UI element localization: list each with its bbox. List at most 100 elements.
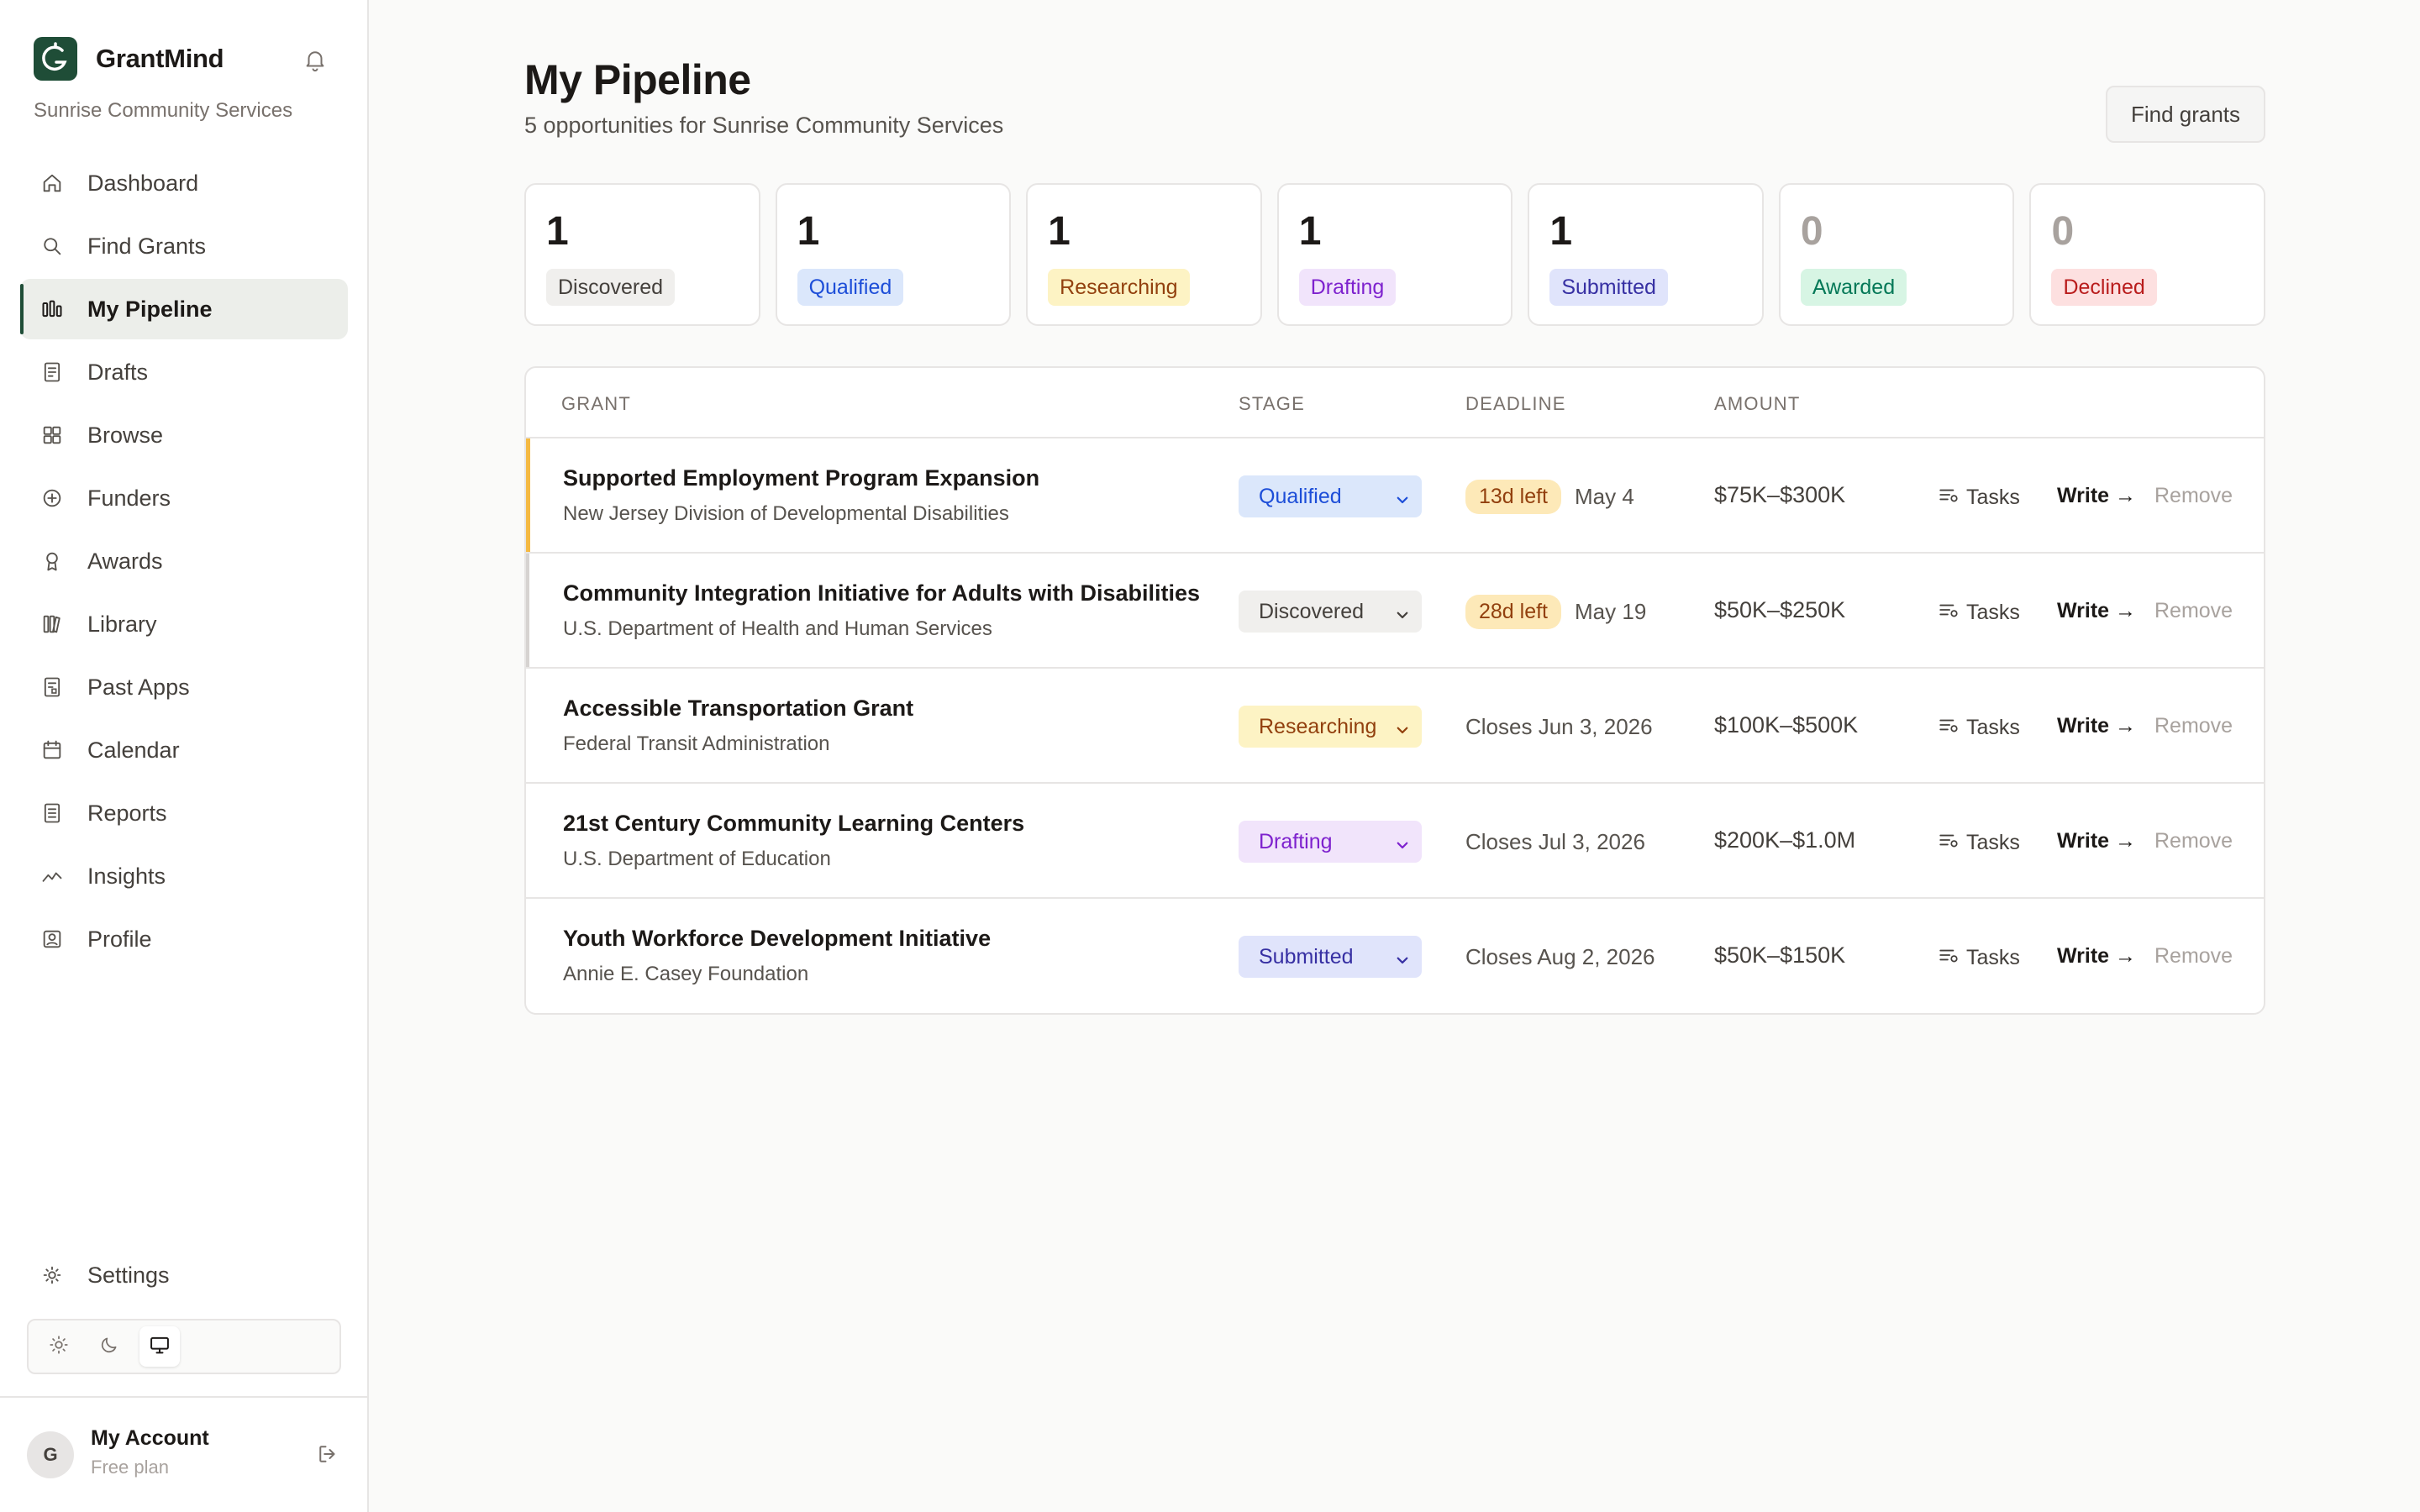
page-title: My Pipeline xyxy=(524,56,751,103)
tasks-label: Tasks xyxy=(1966,716,2020,739)
theme-light-button[interactable] xyxy=(39,1326,79,1367)
logout-icon[interactable] xyxy=(315,1441,340,1467)
tasks-button[interactable]: Tasks xyxy=(1938,829,2020,857)
sidebar-item-browse[interactable]: Browse xyxy=(20,405,348,465)
sidebar-item-dashboard[interactable]: Dashboard xyxy=(20,153,348,213)
tasks-button[interactable]: Tasks xyxy=(1938,944,2020,972)
remove-button[interactable]: Remove xyxy=(2154,714,2233,738)
sidebar-item-label: Drafts xyxy=(87,359,149,385)
grant-funder: U.S. Department of Education xyxy=(563,848,831,870)
sidebar-item-my-pipeline[interactable]: My Pipeline xyxy=(20,279,348,339)
grant-funder: Annie E. Casey Foundation xyxy=(563,963,809,985)
stat-card-drafting[interactable]: 1 Drafting xyxy=(1276,183,1513,326)
sidebar-item-funders[interactable]: Funders xyxy=(20,468,348,528)
find-grants-button[interactable]: Find grants xyxy=(2106,86,2265,143)
sidebar-item-awards[interactable]: Awards xyxy=(20,531,348,591)
column-header-deadline: DEADLINE xyxy=(1465,393,1566,414)
home-icon xyxy=(40,171,64,195)
sidebar-item-reports[interactable]: Reports xyxy=(20,783,348,843)
sidebar-item-insights[interactable]: Insights xyxy=(20,846,348,906)
stat-card-awarded[interactable]: 0 Awarded xyxy=(1778,183,2015,326)
stat-card-declined[interactable]: 0 Declined xyxy=(2029,183,2266,326)
write-button[interactable]: Write → xyxy=(2057,944,2136,969)
tasks-icon xyxy=(1938,484,1966,512)
remove-button[interactable]: Remove xyxy=(2154,829,2233,853)
table-row[interactable]: Supported Employment Program Expansion Ne… xyxy=(526,438,2264,554)
calendar-icon xyxy=(40,738,64,762)
grant-name[interactable]: Supported Employment Program Expansion xyxy=(563,465,1039,491)
sidebar-item-find-grants[interactable]: Find Grants xyxy=(20,216,348,276)
stat-label: Declined xyxy=(2051,269,2157,306)
sidebar-item-drafts[interactable]: Drafts xyxy=(20,342,348,402)
stat-card-qualified[interactable]: 1 Qualified xyxy=(775,183,1012,326)
grant-funder: Federal Transit Administration xyxy=(563,732,830,755)
search-icon xyxy=(40,234,64,258)
tasks-button[interactable]: Tasks xyxy=(1938,714,2020,742)
table-row[interactable]: Accessible Transportation Grant Federal T… xyxy=(526,669,2264,784)
grant-name[interactable]: Community Integration Initiative for Adu… xyxy=(563,580,1200,606)
grant-name[interactable]: Youth Workforce Development Initiative xyxy=(563,926,991,952)
table-row[interactable]: Youth Workforce Development Initiative An… xyxy=(526,899,2264,1013)
stat-count: 0 xyxy=(2051,209,2075,254)
sidebar-item-library[interactable]: Library xyxy=(20,594,348,654)
remove-button[interactable]: Remove xyxy=(2154,484,2233,508)
sidebar-item-past-apps[interactable]: Past Apps xyxy=(20,657,348,717)
stage-select[interactable]: Submitted xyxy=(1239,936,1422,978)
monitor-icon xyxy=(148,1333,171,1361)
library-icon xyxy=(40,612,64,636)
sidebar-item-label: Awards xyxy=(87,548,163,574)
pipeline-table: GRANT STAGE DEADLINE AMOUNT Supported Em… xyxy=(524,366,2265,1015)
stat-card-discovered[interactable]: 1 Discovered xyxy=(524,183,760,326)
stage-value: Researching xyxy=(1259,714,1377,738)
brand-name: GrantMind xyxy=(96,44,224,73)
stat-label: Qualified xyxy=(797,269,904,306)
stat-count: 1 xyxy=(1048,209,1071,254)
write-button[interactable]: Write → xyxy=(2057,599,2136,623)
tasks-button[interactable]: Tasks xyxy=(1938,484,2020,512)
stat-label: Discovered xyxy=(546,269,676,306)
sidebar-item-label: Settings xyxy=(87,1262,170,1288)
grant-name[interactable]: 21st Century Community Learning Centers xyxy=(563,811,1024,837)
deadline-date: Closes Aug 2, 2026 xyxy=(1465,943,1655,969)
column-header-grant: GRANT xyxy=(561,393,631,414)
stat-card-submitted[interactable]: 1 Submitted xyxy=(1528,183,1764,326)
grant-name[interactable]: Accessible Transportation Grant xyxy=(563,696,913,722)
avatar[interactable]: G xyxy=(27,1431,74,1478)
stage-select[interactable]: Drafting xyxy=(1239,821,1422,863)
theme-dark-button[interactable] xyxy=(89,1326,129,1367)
stage-select[interactable]: Discovered xyxy=(1239,591,1422,633)
theme-system-button[interactable] xyxy=(139,1326,180,1367)
stat-label: Awarded xyxy=(1800,269,1907,306)
tasks-label: Tasks xyxy=(1966,486,2020,509)
stat-card-researching[interactable]: 1 Researching xyxy=(1026,183,1262,326)
days-left-badge: 13d left xyxy=(1465,479,1562,514)
bell-icon[interactable] xyxy=(302,47,328,72)
account-name[interactable]: My Account xyxy=(91,1426,209,1451)
sidebar-item-profile[interactable]: Profile xyxy=(20,909,348,969)
tasks-label: Tasks xyxy=(1966,601,2020,624)
write-button[interactable]: Write → xyxy=(2057,714,2136,738)
amount-range: $50K–$250K xyxy=(1714,597,1846,622)
stage-select[interactable]: Researching xyxy=(1239,706,1422,748)
tasks-icon xyxy=(1938,599,1966,627)
remove-button[interactable]: Remove xyxy=(2154,599,2233,623)
remove-button[interactable]: Remove xyxy=(2154,944,2233,969)
sidebar-item-settings[interactable]: Settings xyxy=(20,1245,348,1305)
write-button[interactable]: Write → xyxy=(2057,829,2136,853)
stat-count: 0 xyxy=(1800,209,1823,254)
write-button[interactable]: Write → xyxy=(2057,484,2136,508)
amount-range: $100K–$500K xyxy=(1714,712,1859,738)
stat-count: 1 xyxy=(1298,209,1322,254)
sidebar-item-label: Insights xyxy=(87,863,166,889)
sidebar-item-label: Dashboard xyxy=(87,170,199,196)
chevron-down-icon xyxy=(1395,949,1410,964)
deadline-date: Closes Jul 3, 2026 xyxy=(1465,828,1645,854)
sidebar-item-calendar[interactable]: Calendar xyxy=(20,720,348,780)
grid-icon xyxy=(40,423,64,447)
sidebar-nav: Dashboard Find Grants My Pipeline Drafts Bro… xyxy=(20,153,348,972)
tasks-button[interactable]: Tasks xyxy=(1938,599,2020,627)
stage-select[interactable]: Qualified xyxy=(1239,475,1422,517)
table-row[interactable]: Community Integration Initiative for Adu… xyxy=(526,554,2264,669)
grant-funder: U.S. Department of Health and Human Serv… xyxy=(563,617,992,640)
table-row[interactable]: 21st Century Community Learning Centers U… xyxy=(526,784,2264,899)
